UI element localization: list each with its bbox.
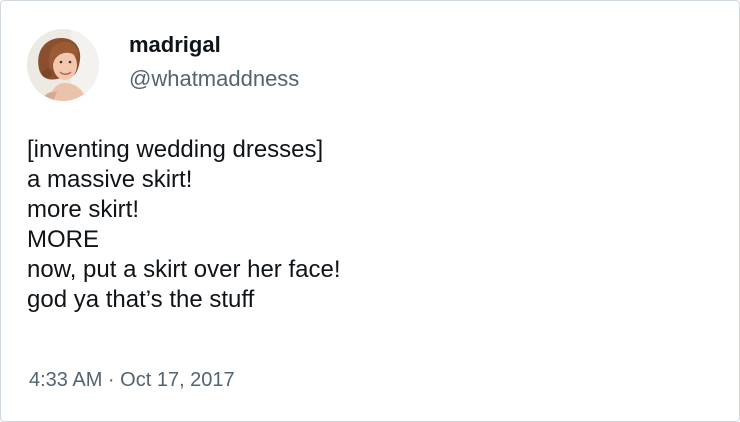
tweet-line: a massive skirt! <box>27 166 193 193</box>
tweet-line: more skirt! <box>27 196 140 223</box>
tweet-timestamp[interactable]: 4:33 AM · Oct 17, 2017 <box>29 367 235 393</box>
tweet-card: madrigal @whatmaddness [inventing weddin… <box>0 0 740 422</box>
profile-photo-icon <box>27 29 99 101</box>
tweet-text: [inventing wedding dresses] a massive sk… <box>27 135 711 315</box>
user-handle[interactable]: @whatmaddness <box>129 65 299 93</box>
tweet-line: [inventing wedding dresses] <box>27 136 324 163</box>
author-names: madrigal @whatmaddness <box>129 32 299 93</box>
display-name[interactable]: madrigal <box>129 31 299 59</box>
tweet-header: madrigal @whatmaddness <box>27 25 711 105</box>
tweet-line: now, put a skirt over her face! <box>27 256 341 283</box>
avatar[interactable] <box>27 29 99 101</box>
tweet-line: MORE <box>27 226 99 253</box>
tweet-line: god ya that’s the stuff <box>27 286 255 313</box>
